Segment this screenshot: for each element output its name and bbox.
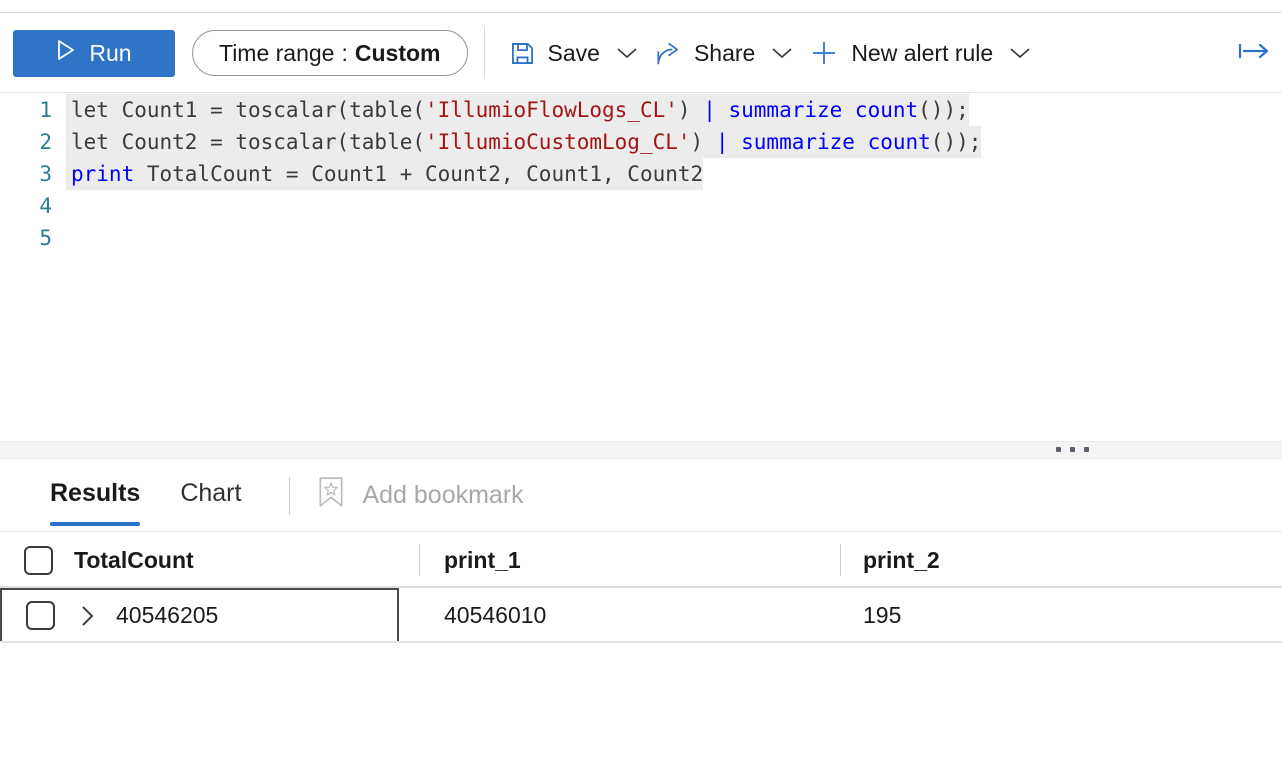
cell-print1-value: 40546010 bbox=[444, 602, 547, 628]
tabs-divider bbox=[289, 476, 291, 515]
code-token: 'IllumioCustomLog_CL' bbox=[425, 130, 691, 154]
cell-totalcount-value: 40546205 bbox=[116, 602, 219, 628]
code-token: | bbox=[715, 130, 729, 154]
chevron-down-icon[interactable] bbox=[1009, 46, 1031, 60]
run-button-label: Run bbox=[89, 39, 132, 66]
code-token: print bbox=[71, 162, 135, 186]
expand-panel-button[interactable] bbox=[1226, 28, 1282, 78]
play-triangle-icon bbox=[56, 39, 76, 67]
share-button[interactable]: Share bbox=[646, 28, 801, 78]
code-token: summarize count bbox=[741, 130, 931, 154]
line-number: 3 bbox=[39, 162, 52, 186]
column-header-1: print_1 bbox=[444, 546, 521, 573]
time-range-colon: : bbox=[341, 39, 348, 66]
table-row[interactable]: 40546205 40546010 195 bbox=[0, 588, 1282, 643]
code-line[interactable]: 2 let Count2 = toscalar(table('IllumioCus… bbox=[0, 126, 1282, 158]
line-number: 1 bbox=[39, 98, 52, 122]
chevron-down-icon[interactable] bbox=[771, 46, 793, 60]
code-line[interactable]: 3 print TotalCount = Count1 + Count2, Cou… bbox=[0, 158, 1282, 190]
code-line[interactable]: 1 let Count1 = toscalar(table('IllumioFlo… bbox=[0, 94, 1282, 126]
code-line[interactable]: 5 bbox=[0, 222, 1282, 254]
line-number: 5 bbox=[39, 226, 52, 250]
new-alert-rule-label: New alert rule bbox=[851, 39, 994, 66]
bookmark-star-icon bbox=[316, 476, 346, 515]
chevron-down-icon[interactable] bbox=[616, 46, 638, 60]
save-button-label: Save bbox=[547, 39, 600, 66]
header-cell-print1[interactable]: print_1 bbox=[420, 532, 820, 588]
splitter-grip-icon bbox=[1056, 447, 1089, 452]
select-all-checkbox[interactable] bbox=[24, 545, 53, 575]
column-header-2: print_2 bbox=[863, 546, 940, 573]
time-range-picker[interactable]: Time range : Custom bbox=[192, 30, 468, 76]
floppy-disk-icon bbox=[509, 40, 536, 67]
code-token: let Count2 = toscalar(table( bbox=[71, 130, 426, 154]
command-toolbar: Run Time range : Custom Save Share New a… bbox=[0, 13, 1282, 93]
code-token: let Count1 = toscalar(table( bbox=[71, 98, 426, 122]
code-area[interactable]: 1 let Count1 = toscalar(table('IllumioFlo… bbox=[0, 94, 1282, 254]
tab-results-label: Results bbox=[50, 479, 141, 507]
tab-chart[interactable]: Chart bbox=[180, 457, 241, 534]
code-line-text[interactable]: let Count2 = toscalar(table('IllumioCust… bbox=[66, 126, 982, 158]
query-editor[interactable]: 1 let Count1 = toscalar(table('IllumioFlo… bbox=[0, 94, 1282, 439]
share-button-label: Share bbox=[693, 39, 756, 66]
add-bookmark-label: Add bookmark bbox=[362, 481, 524, 509]
code-token: TotalCount = Count1 + Count2, Count1, Co… bbox=[134, 162, 704, 186]
code-line-text[interactable]: print TotalCount = Count1 + Count2, Coun… bbox=[66, 158, 704, 190]
results-grid: TotalCount print_1 print_2 40546205 4054… bbox=[0, 532, 1282, 643]
line-number: 2 bbox=[39, 130, 52, 154]
share-arrow-icon bbox=[654, 40, 682, 67]
toolbar-divider-1 bbox=[483, 27, 485, 79]
row-cell-print2[interactable]: 195 bbox=[841, 588, 1282, 643]
code-token: ) bbox=[677, 98, 704, 122]
results-grid-header: TotalCount print_1 print_2 bbox=[0, 532, 1282, 588]
tab-chart-label: Chart bbox=[180, 479, 242, 507]
line-number: 4 bbox=[39, 194, 52, 218]
save-button[interactable]: Save bbox=[501, 28, 646, 78]
arrow-to-right-icon bbox=[1237, 40, 1271, 67]
code-token: ) bbox=[690, 130, 716, 154]
run-button[interactable]: Run bbox=[13, 29, 175, 77]
code-token: ()); bbox=[918, 98, 969, 122]
header-cell-print2[interactable]: print_2 bbox=[841, 532, 1282, 588]
row-select-checkbox[interactable] bbox=[26, 601, 55, 630]
column-header-0: TotalCount bbox=[74, 546, 194, 573]
tab-results[interactable]: Results bbox=[50, 457, 141, 534]
results-tabs: Results Chart Add bookmark bbox=[0, 459, 1282, 532]
code-line[interactable]: 4 bbox=[0, 190, 1282, 222]
row-cell-totalcount[interactable]: 40546205 bbox=[0, 588, 399, 643]
cell-print2-value: 195 bbox=[863, 602, 902, 628]
header-cell-totalcount[interactable]: TotalCount bbox=[0, 532, 399, 588]
code-token: summarize count bbox=[728, 98, 919, 122]
code-token: 'IllumioFlowLogs_CL' bbox=[425, 98, 678, 122]
code-token: ()); bbox=[930, 130, 982, 154]
code-token: | bbox=[703, 98, 716, 122]
time-range-label: Time range bbox=[219, 39, 335, 66]
code-line-text[interactable]: let Count1 = toscalar(table('IllumioFlow… bbox=[66, 94, 969, 126]
time-range-value: Custom bbox=[354, 39, 441, 66]
new-alert-rule-button[interactable]: New alert rule bbox=[801, 28, 1039, 78]
add-bookmark-button[interactable]: Add bookmark bbox=[316, 476, 524, 515]
chevron-right-icon[interactable] bbox=[79, 604, 95, 628]
results-panel: Results Chart Add bookmark TotalCount pr… bbox=[0, 459, 1282, 770]
plus-icon bbox=[809, 38, 839, 68]
row-cell-print1[interactable]: 40546010 bbox=[420, 588, 820, 643]
